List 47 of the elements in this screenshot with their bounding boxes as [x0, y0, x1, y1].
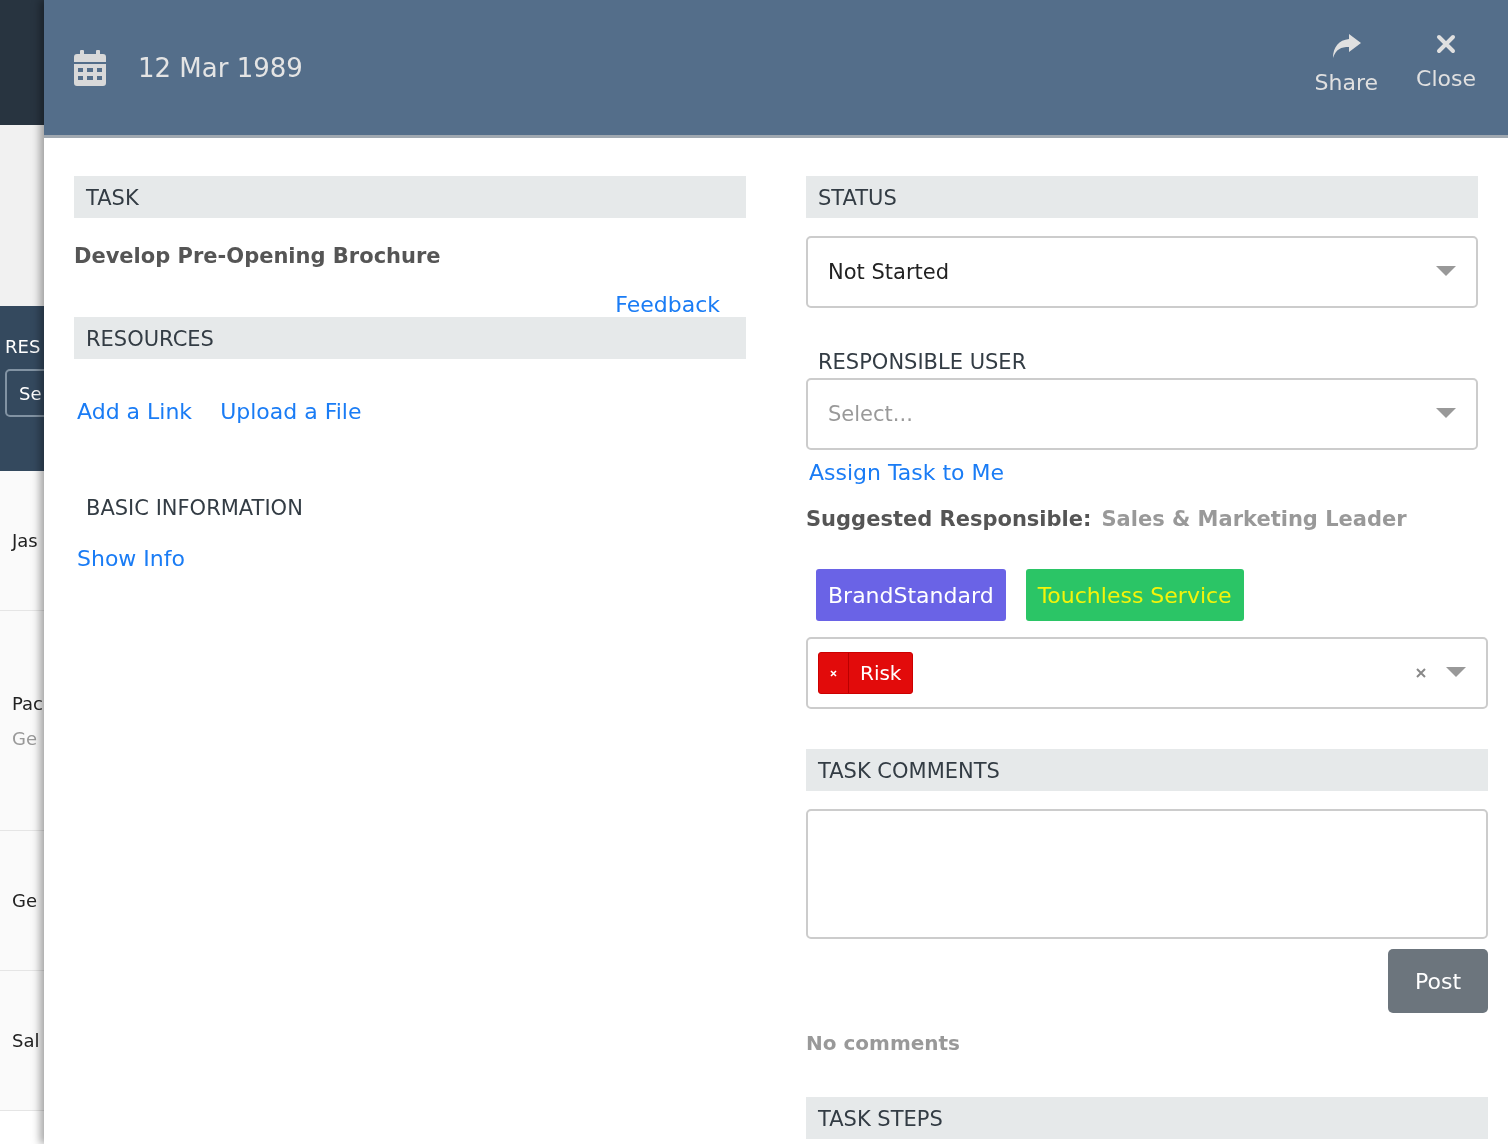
- link[interactable]: Assign Task to Me: [809, 460, 1005, 485]
- tag: BrandStandard: [816, 569, 1006, 621]
- clear-button[interactable]: [1416, 668, 1426, 678]
- tag: Touchless Service: [1025, 569, 1244, 621]
- row-title: Sal: [12, 1030, 41, 1051]
- row-title: Pac: [12, 692, 44, 714]
- share-icon: [1331, 34, 1362, 58]
- share-button[interactable]: Share: [1314, 34, 1379, 95]
- link[interactable]: Add a Link: [77, 399, 193, 424]
- caret-icon: [1436, 266, 1456, 278]
- section-heading: TASK COMMENTS: [806, 749, 1488, 791]
- section-label: RES: [5, 336, 42, 357]
- status-dropdown[interactable]: Not Started: [806, 236, 1478, 308]
- section-heading: RESOURCES: [74, 317, 746, 359]
- tag-select-field[interactable]: Risk: [806, 637, 1488, 709]
- caret-icon: [1446, 667, 1466, 679]
- empty-message: No comments: [806, 1031, 960, 1055]
- user-dropdown[interactable]: Select...: [806, 378, 1478, 450]
- close-button[interactable]: Close: [1416, 34, 1476, 95]
- row-title: Ge: [12, 890, 39, 911]
- close-icon: [830, 669, 837, 677]
- close-icon: [1436, 34, 1457, 54]
- row-subtitle: Ge: [12, 727, 39, 749]
- suggested-value: Sales & Marketing Leader: [1101, 507, 1407, 531]
- section-heading: RESPONSIBLE USER: [818, 350, 1027, 374]
- post-button[interactable]: Post: [1388, 949, 1488, 1013]
- list-row[interactable]: Ge: [0, 831, 44, 971]
- calendar-icon: [74, 49, 106, 86]
- tag-label: Risk: [859, 660, 903, 687]
- suggested-label: Suggested Responsible:: [806, 507, 1092, 531]
- task-title: Develop Pre-Opening Brochure: [74, 244, 441, 268]
- section-heading: TASK STEPS: [806, 1097, 1488, 1139]
- section-heading: BASIC INFORMATION: [86, 496, 303, 520]
- caret-icon: [1436, 408, 1456, 420]
- link[interactable]: Show Info: [77, 546, 185, 571]
- row-title: Jas: [12, 530, 39, 551]
- list-row[interactable]: Jas: [0, 471, 44, 611]
- close-icon: [1416, 668, 1426, 678]
- section-heading: TASK: [74, 176, 746, 218]
- list-row[interactable]: Sal: [0, 971, 44, 1111]
- list-row[interactable]: Pac Ge: [0, 611, 44, 831]
- date-text: 12 Mar 1989: [138, 52, 303, 83]
- link[interactable]: Upload a File: [220, 399, 362, 424]
- search-field[interactable]: Se: [5, 369, 44, 417]
- comment-field[interactable]: [806, 809, 1488, 939]
- section-heading: STATUS: [806, 176, 1478, 218]
- link[interactable]: Feedback: [615, 292, 720, 317]
